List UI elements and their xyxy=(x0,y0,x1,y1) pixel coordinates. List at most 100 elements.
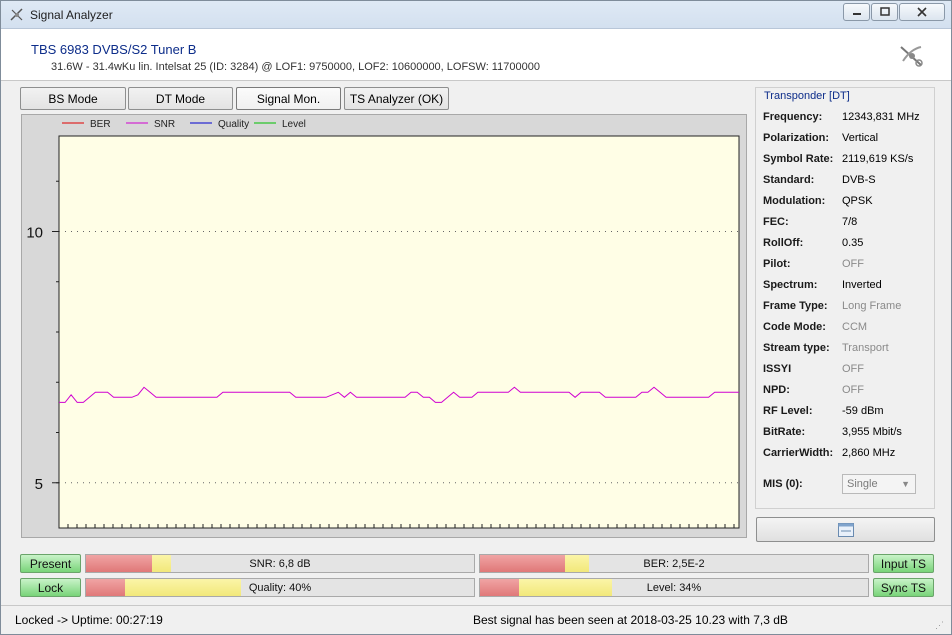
property-row: CarrierWidth: 2,860 MHz xyxy=(763,447,933,463)
property-row: Polarization: Vertical xyxy=(763,132,933,148)
mis-label: MIS (0): xyxy=(763,478,803,490)
satellite-info: 31.6W - 31.4wKu lin. Intelsat 25 (ID: 32… xyxy=(51,61,540,73)
property-label: FEC: xyxy=(763,216,789,228)
property-row: Stream type: Transport xyxy=(763,342,933,358)
uptime-status: Locked -> Uptime: 00:27:19 xyxy=(15,613,163,627)
status-bar: Locked -> Uptime: 00:27:19 Best signal h… xyxy=(1,605,951,634)
property-value: OFF xyxy=(842,384,864,396)
quality-meter: Quality: 40% xyxy=(85,578,475,597)
window-title: Signal Analyzer xyxy=(30,8,113,22)
sync-ts-button[interactable]: Sync TS xyxy=(873,578,934,597)
legend-label: Level xyxy=(282,119,306,130)
property-row: RollOff: 0.35 xyxy=(763,237,933,253)
minimize-button[interactable] xyxy=(843,3,870,21)
property-value: DVB-S xyxy=(842,174,876,186)
legend-label: BER xyxy=(90,119,111,130)
property-value: Long Frame xyxy=(842,300,902,312)
property-row: Modulation: QPSK xyxy=(763,195,933,211)
snapshot-button[interactable] xyxy=(756,517,935,542)
property-label: Standard: xyxy=(763,174,815,186)
property-row: ISSYI OFF xyxy=(763,363,933,379)
property-value: 2,860 MHz xyxy=(842,447,896,459)
app-window: Signal Analyzer TBS 6983 DVBS/S2 Tuner B… xyxy=(0,0,952,635)
property-row: Frame Type: Long Frame xyxy=(763,300,933,316)
property-value: Inverted xyxy=(842,279,882,291)
property-row: Standard: DVB-S xyxy=(763,174,933,190)
property-label: Spectrum: xyxy=(763,279,818,291)
property-row: Spectrum: Inverted xyxy=(763,279,933,295)
quality-meter-label: Quality: 40% xyxy=(248,581,312,594)
property-value: 3,955 Mbit/s xyxy=(842,426,902,438)
signal-chart-svg: BER SNR Quality Level 10 5 xyxy=(26,119,740,529)
snr-meter-label: SNR: 6,8 dB xyxy=(249,557,311,570)
device-header: TBS 6983 DVBS/S2 Tuner B 31.6W - 31.4wKu… xyxy=(1,29,951,81)
ber-meter: BER: 2,5E-2 xyxy=(479,554,869,573)
mis-value: Single xyxy=(847,478,878,490)
snr-meter: SNR: 6,8 dB xyxy=(85,554,475,573)
property-value: OFF xyxy=(842,363,864,375)
property-row: Pilot: OFF xyxy=(763,258,933,274)
device-name: TBS 6983 DVBS/S2 Tuner B xyxy=(31,42,197,57)
property-label: ISSYI xyxy=(763,363,792,375)
property-value: 7/8 xyxy=(842,216,858,228)
property-row: FEC: 7/8 xyxy=(763,216,933,232)
present-button[interactable]: Present xyxy=(20,554,81,573)
close-icon xyxy=(917,7,927,17)
minimize-icon xyxy=(852,13,861,15)
ber-meter-label: BER: 2,5E-2 xyxy=(643,557,705,570)
satellite-icon xyxy=(10,8,23,21)
legend-label: SNR xyxy=(154,119,175,130)
input-ts-button[interactable]: Input TS xyxy=(873,554,934,573)
level-meter: Level: 34% xyxy=(479,578,869,597)
close-button[interactable] xyxy=(899,3,945,21)
legend-label: Quality xyxy=(218,119,249,130)
satellite-dish-icon xyxy=(900,46,923,67)
tab-dt-mode[interactable]: DT Mode xyxy=(128,87,233,110)
property-row: BitRate: 3,955 Mbit/s xyxy=(763,426,933,442)
property-value: -59 dBm xyxy=(842,405,884,417)
property-value: Transport xyxy=(842,342,889,354)
chevron-down-icon: ▼ xyxy=(901,479,910,489)
property-label: Frequency: xyxy=(763,111,823,123)
signal-chart: BER SNR Quality Level 10 5 xyxy=(21,114,747,538)
property-value: 0.35 xyxy=(842,237,864,249)
transponder-panel: Transponder [DT] Frequency: 12343,831 MHz… xyxy=(755,87,935,509)
property-label: NPD: xyxy=(763,384,790,396)
property-row: NPD: OFF xyxy=(763,384,933,400)
property-label: Frame Type: xyxy=(763,300,828,312)
best-signal-status: Best signal has been seen at 2018-03-25 … xyxy=(473,613,788,627)
window-icon xyxy=(838,523,854,537)
tab-ts-analyzer[interactable]: TS Analyzer (OK) xyxy=(344,87,449,110)
property-label: Code Mode: xyxy=(763,321,826,333)
mis-select[interactable]: Single ▼ xyxy=(842,474,916,494)
plot-area xyxy=(58,135,740,529)
property-label: Modulation: xyxy=(763,195,826,207)
tab-bs-mode[interactable]: BS Mode xyxy=(20,87,126,110)
property-row: RF Level: -59 dBm xyxy=(763,405,933,421)
y-tick-label: 10 xyxy=(26,224,43,241)
lock-button[interactable]: Lock xyxy=(20,578,81,597)
property-label: RollOff: xyxy=(763,237,804,249)
level-meter-label: Level: 34% xyxy=(646,581,702,594)
property-value: QPSK xyxy=(842,195,873,207)
transponder-title: Transponder [DT] xyxy=(762,90,852,102)
maximize-button[interactable] xyxy=(871,3,898,21)
property-label: BitRate: xyxy=(763,426,806,438)
property-value: CCM xyxy=(842,321,868,333)
tab-signal-monitor[interactable]: Signal Mon. xyxy=(236,87,341,110)
property-value: 2119,619 KS/s xyxy=(842,153,914,165)
y-tick-label: 5 xyxy=(35,476,43,493)
property-label: RF Level: xyxy=(763,405,813,417)
property-row: Symbol Rate: 2119,619 KS/s xyxy=(763,153,933,169)
property-value: Vertical xyxy=(842,132,879,144)
property-label: Symbol Rate: xyxy=(763,153,834,165)
property-value: 12343,831 MHz xyxy=(842,111,920,123)
property-label: Pilot: xyxy=(763,258,791,270)
property-label: Stream type: xyxy=(763,342,830,354)
property-row: Frequency: 12343,831 MHz xyxy=(763,111,933,127)
property-row: Code Mode: CCM xyxy=(763,321,933,337)
property-label: Polarization: xyxy=(763,132,830,144)
resize-grip-icon[interactable]: ⋰ xyxy=(935,620,945,630)
title-bar: Signal Analyzer xyxy=(1,1,951,29)
property-label: CarrierWidth: xyxy=(763,447,834,459)
